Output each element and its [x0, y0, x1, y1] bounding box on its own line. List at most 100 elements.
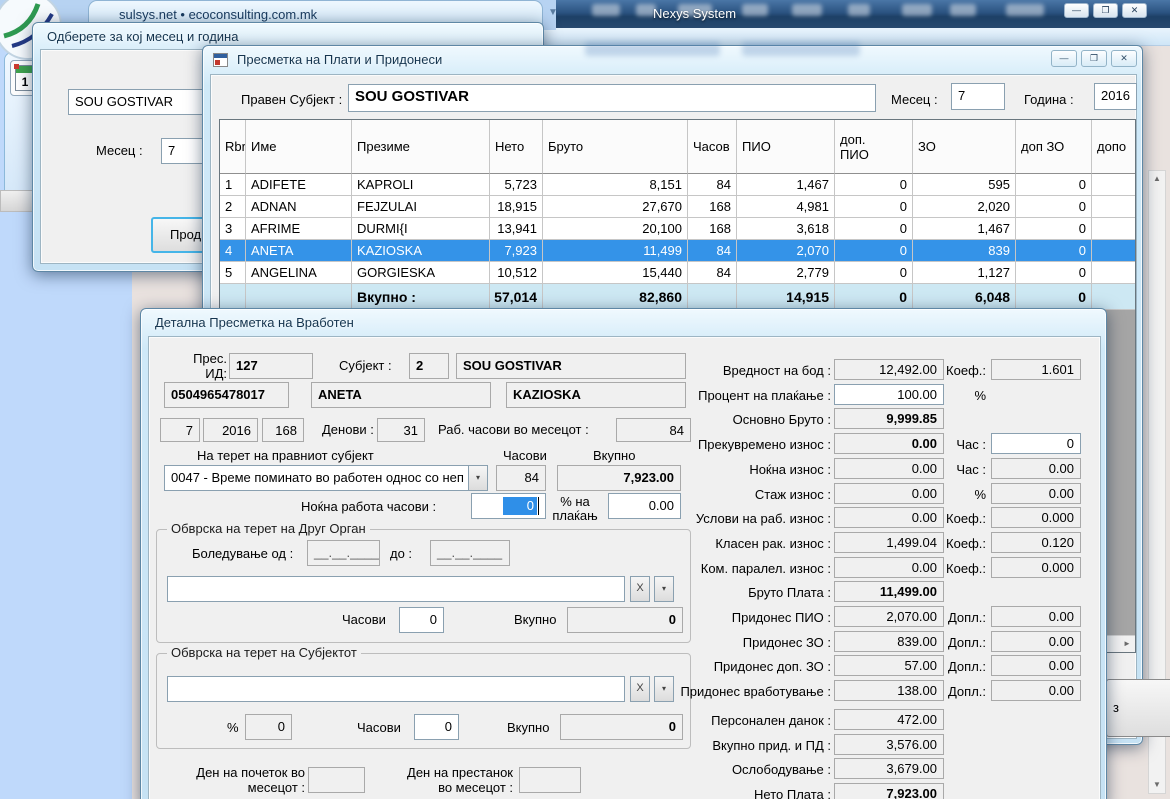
grid-cell[interactable]: 20,100 — [543, 218, 688, 240]
grid-cell[interactable]: 84 — [688, 174, 737, 196]
grid-cell[interactable]: 1,467 — [737, 174, 835, 196]
grid-cell[interactable]: 839 — [913, 240, 1016, 262]
grid-column-header[interactable]: Име — [246, 120, 352, 174]
work-type-dropdown-icon[interactable]: ▾ — [468, 465, 488, 491]
start-day-box[interactable] — [308, 767, 365, 793]
grid-cell[interactable]: 0 — [835, 240, 913, 262]
grid-cell[interactable]: 84 — [688, 262, 737, 284]
grid-cell[interactable]: KAPROLI — [352, 174, 490, 196]
grid-cell[interactable] — [688, 284, 737, 310]
grid-cell[interactable]: 5 — [220, 262, 246, 284]
grid-column-header[interactable]: Rbr — [220, 120, 246, 174]
year-value-box[interactable]: 2016 — [1094, 83, 1137, 110]
grid-column-header[interactable]: ЗО — [913, 120, 1016, 174]
grid-column-header[interactable]: Презиме — [352, 120, 490, 174]
grid-column-header[interactable]: ПИО — [737, 120, 835, 174]
month-value-box[interactable]: 7 — [951, 83, 1005, 110]
grid-cell[interactable]: 57,014 — [490, 284, 543, 310]
grid-cell[interactable]: 0 — [1016, 218, 1092, 240]
grid-cell[interactable]: GORGIESKA — [352, 262, 490, 284]
subject-burden-combobox[interactable] — [167, 676, 625, 702]
night-hours-input[interactable]: 0 — [471, 493, 546, 519]
grid-cell[interactable]: KAZIOSKA — [352, 240, 490, 262]
other-org-combobox[interactable] — [167, 576, 625, 602]
grid-cell[interactable]: 595 — [913, 174, 1016, 196]
grid-cell[interactable]: 0 — [835, 196, 913, 218]
grid-cell[interactable]: 3,618 — [737, 218, 835, 240]
grid-cell[interactable]: FEJZULAI — [352, 196, 490, 218]
subject-input[interactable]: SOU GOSTIVAR — [348, 84, 876, 112]
grid-cell[interactable]: 1 — [220, 174, 246, 196]
table-row[interactable]: 4ANETAKAZIOSKA7,92311,499842,07008390 — [220, 240, 1135, 262]
grid-cell[interactable]: 168 — [688, 218, 737, 240]
grid-totals-row[interactable]: Вкупно :57,01482,86014,91506,0480 — [220, 284, 1135, 310]
detail-field-extra-value[interactable]: 0 — [991, 433, 1081, 454]
sick-to-input[interactable]: __.__.____ — [430, 540, 510, 566]
table-row[interactable]: 5ANGELINAGORGIESKA10,51215,440842,779 01,… — [220, 262, 1135, 284]
grid-cell[interactable]: AFRIME — [246, 218, 352, 240]
tab-caret-icon[interactable]: ▼ — [548, 7, 558, 18]
grid-cell[interactable]: 15,440 — [543, 262, 688, 284]
grid-cell[interactable]: 0 — [1016, 262, 1092, 284]
main-close-button[interactable]: ✕ — [1122, 3, 1147, 18]
grid-cell[interactable]: 14,915 — [737, 284, 835, 310]
dialog-subject-input[interactable]: SOU GOSTIVAR — [68, 89, 218, 115]
grid-cell[interactable]: 2 — [220, 196, 246, 218]
grid-cell[interactable]: 10,512 — [490, 262, 543, 284]
main-minimize-button[interactable]: — — [1064, 3, 1089, 18]
grid-cell[interactable]: 8,151 — [543, 174, 688, 196]
grid-cell[interactable]: 6,048 — [913, 284, 1016, 310]
grid-cell[interactable]: 168 — [688, 196, 737, 218]
grid-cell[interactable]: 1,467 — [913, 218, 1016, 240]
grid-column-header[interactable]: допо — [1092, 120, 1136, 174]
grid-cell[interactable]: 1,127 — [913, 262, 1016, 284]
payroll-maximize-button[interactable]: ❐ — [1081, 50, 1107, 67]
table-row[interactable]: 1ADIFETEKAPROLI5,7238,151841,46705950 — [220, 174, 1135, 196]
grid-column-header[interactable]: Нето — [490, 120, 543, 174]
grid-cell[interactable] — [1092, 174, 1136, 196]
grid-cell[interactable] — [1092, 240, 1136, 262]
end-day-box[interactable] — [519, 767, 581, 793]
grid-cell[interactable] — [1092, 218, 1136, 240]
grid-cell[interactable]: 27,670 — [543, 196, 688, 218]
grid-cell[interactable] — [1092, 284, 1136, 310]
grid-column-header[interactable]: Часов — [688, 120, 737, 174]
main-maximize-button[interactable]: ❐ — [1093, 3, 1118, 18]
grid-cell[interactable]: Вкупно : — [352, 284, 490, 310]
grid-cell[interactable] — [220, 284, 246, 310]
payroll-close-button[interactable]: ✕ — [1111, 50, 1137, 67]
grid-cell[interactable]: 4 — [220, 240, 246, 262]
dialog-month-input[interactable]: 7 — [161, 138, 207, 164]
grid-cell[interactable] — [1092, 196, 1136, 218]
grid-cell[interactable]: DURMI{I — [352, 218, 490, 240]
grid-cell[interactable]: 0 — [835, 174, 913, 196]
sick-from-input[interactable]: __.__.____ — [307, 540, 380, 566]
payroll-minimize-button[interactable]: — — [1051, 50, 1077, 67]
grid-cell[interactable]: 13,941 — [490, 218, 543, 240]
grid-cell[interactable]: 2,779 — [737, 262, 835, 284]
grid-header-row[interactable]: RbrИмеПрезимеНетоБрутоЧасовПИОдоп. ПИОЗО… — [220, 120, 1136, 174]
grid-cell[interactable]: ADIFETE — [246, 174, 352, 196]
grid-cell[interactable]: 84 — [688, 240, 737, 262]
grid-cell[interactable]: 0 — [1016, 174, 1092, 196]
grid-cell[interactable]: 5,723 — [490, 174, 543, 196]
grid-cell[interactable]: 0 — [835, 284, 913, 310]
grid-column-header[interactable]: доп. ПИО — [835, 120, 913, 174]
other-org-hours-input[interactable]: 0 — [399, 607, 444, 633]
grid-cell[interactable]: 3 — [220, 218, 246, 240]
table-row[interactable]: 3AFRIMEDURMI{I13,94120,1001683,618 01,467… — [220, 218, 1135, 240]
work-type-combobox[interactable]: 0047 - Време поминато во работен однос с… — [164, 465, 468, 491]
grid-cell[interactable]: 82,860 — [543, 284, 688, 310]
scroll-down-icon[interactable]: ▼ — [1149, 777, 1165, 793]
grid-cell[interactable] — [246, 284, 352, 310]
grid-cell[interactable]: ANGELINA — [246, 262, 352, 284]
table-row[interactable]: 2ADNANFEJZULAI18,91527,6701684,98102,020… — [220, 196, 1135, 218]
subject-burden-hours-input[interactable]: 0 — [414, 714, 459, 740]
grid-cell[interactable]: 11,499 — [543, 240, 688, 262]
grid-cell[interactable]: 7,923 — [490, 240, 543, 262]
grid-column-header[interactable]: Бруто — [543, 120, 688, 174]
scroll-up-icon[interactable]: ▲ — [1149, 171, 1165, 187]
grid-cell[interactable] — [1092, 262, 1136, 284]
grid-cell[interactable]: 4,981 — [737, 196, 835, 218]
grid-cell[interactable]: 0 — [1016, 284, 1092, 310]
